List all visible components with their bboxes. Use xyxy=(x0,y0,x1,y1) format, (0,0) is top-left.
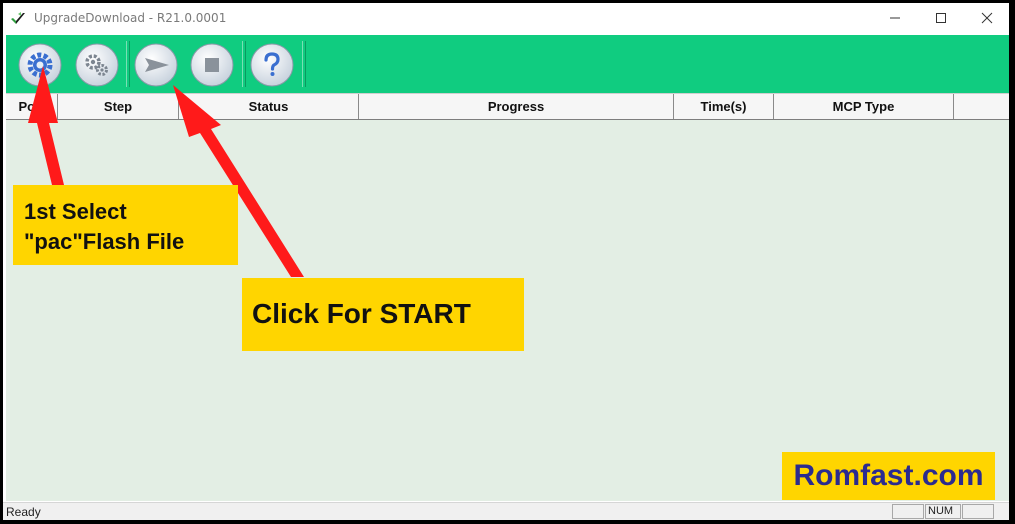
callout-click-start: Click For START xyxy=(242,278,524,351)
watermark-logo: Romfast.com xyxy=(782,452,995,500)
callout-select-line1: 1st Select xyxy=(24,199,127,224)
status-text: Ready xyxy=(6,505,41,519)
toolbar xyxy=(6,35,1009,93)
title-bar[interactable]: UpgradeDownload - R21.0.0001 xyxy=(3,3,1009,35)
stop-icon xyxy=(190,43,234,87)
toolbar-separator xyxy=(302,41,306,87)
close-icon xyxy=(981,12,993,24)
minimize-button[interactable] xyxy=(872,3,918,33)
column-header-time[interactable]: Time(s) xyxy=(674,94,774,119)
gears-icon xyxy=(75,43,119,87)
status-panel-num: NUM xyxy=(925,504,961,519)
maximize-button[interactable] xyxy=(918,3,964,33)
question-icon xyxy=(250,43,294,87)
column-header-step[interactable]: Step xyxy=(58,94,179,119)
toolbar-separator xyxy=(126,41,130,87)
start-download-button[interactable] xyxy=(134,43,178,87)
help-button[interactable] xyxy=(250,43,294,87)
column-header-mcp-type[interactable]: MCP Type xyxy=(774,94,954,119)
toolbar-separator xyxy=(242,41,246,87)
close-button[interactable] xyxy=(964,3,1009,33)
callout-select-line2: "pac"Flash File xyxy=(24,229,185,254)
application-window: UpgradeDownload - R21.0.0001 Port Step S… xyxy=(3,3,1009,520)
column-header-status[interactable]: Status xyxy=(179,94,359,119)
callout-start-text: Click For START xyxy=(252,298,471,329)
load-packet-button[interactable] xyxy=(18,43,62,87)
window-title: UpgradeDownload - R21.0.0001 xyxy=(34,11,227,25)
gear-icon xyxy=(18,43,62,87)
status-panel-scroll xyxy=(962,504,994,519)
minimize-icon xyxy=(890,17,900,19)
table-header: Port Step Status Progress Time(s) MCP Ty… xyxy=(6,93,1009,121)
column-header-progress[interactable]: Progress xyxy=(359,94,674,119)
stop-download-button[interactable] xyxy=(190,43,234,87)
column-header-port[interactable]: Port xyxy=(6,94,58,119)
callout-select-pac-file: 1st Select "pac"Flash File xyxy=(13,185,238,265)
settings-button[interactable] xyxy=(75,43,119,87)
play-arrow-icon xyxy=(134,43,178,87)
maximize-icon xyxy=(936,13,946,23)
status-panel-caps xyxy=(892,504,924,519)
status-bar: Ready NUM xyxy=(3,502,1009,520)
app-logo-icon xyxy=(11,12,25,24)
